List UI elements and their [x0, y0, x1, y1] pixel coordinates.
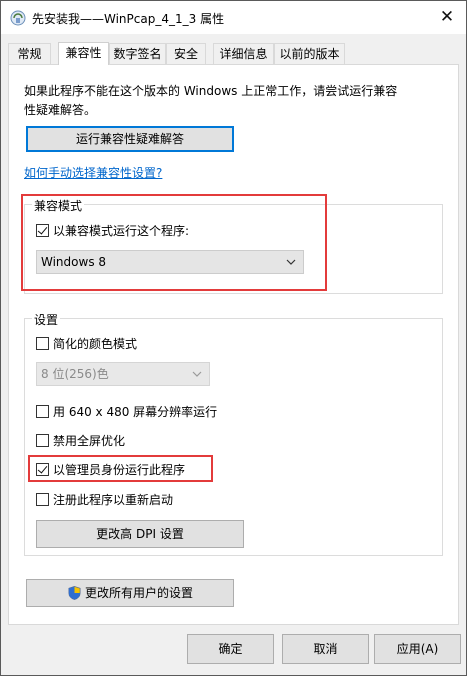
reduced-color-label: 简化的颜色模式 [53, 337, 138, 351]
res-640-checkbox[interactable] [36, 405, 49, 418]
compat-mode-checkbox[interactable] [36, 224, 49, 237]
change-dpi-button[interactable]: 更改高 DPI 设置 [36, 520, 244, 548]
compat-mode-legend: 兼容模式 [32, 197, 85, 214]
change-all-users-label: 更改所有用户的设置 [85, 586, 194, 600]
color-mode-value: 8 位(256)色 [41, 367, 109, 381]
run-as-admin-checkbox[interactable] [36, 463, 49, 476]
disable-fullscreen-label: 禁用全屏优化 [53, 434, 126, 448]
os-select-value: Windows 8 [41, 255, 107, 269]
disable-fullscreen-checkbox[interactable] [36, 434, 49, 447]
register-restart-checkbox[interactable] [36, 493, 49, 506]
apply-button[interactable]: 应用(A) [374, 634, 461, 664]
tab-digital-signatures[interactable]: 数字签名 [109, 43, 166, 64]
color-mode-select: 8 位(256)色 [36, 362, 210, 386]
manual-compat-link[interactable]: 如何手动选择兼容性设置? [24, 164, 162, 181]
run-troubleshooter-button[interactable]: 运行兼容性疑难解答 [26, 126, 234, 152]
run-as-admin-label: 以管理员身份运行此程序 [53, 463, 186, 477]
shield-icon [68, 586, 81, 600]
info-text: 如果此程序不能在这个版本的 Windows 上正常工作，请尝试运行兼容性疑难解答… [24, 84, 398, 117]
cancel-button[interactable]: 取消 [282, 634, 369, 664]
ok-button[interactable]: 确定 [187, 634, 274, 664]
register-restart-label: 注册此程序以重新启动 [53, 493, 174, 507]
compat-mode-label: 以兼容模式运行这个程序: [53, 224, 190, 238]
compatibility-panel: 如果此程序不能在这个版本的 Windows 上正常工作，请尝试运行兼容性疑难解答… [8, 64, 459, 625]
window-title: 先安装我——WinPcap_4_1_3 属性 [32, 12, 225, 26]
close-icon[interactable]: ✕ [434, 6, 460, 28]
tab-general[interactable]: 常规 [8, 43, 51, 64]
reduced-color-checkbox[interactable] [36, 337, 49, 350]
compat-mode-group: 兼容模式 [24, 197, 443, 294]
tab-details[interactable]: 详细信息 [213, 43, 274, 64]
res-640-label: 用 640 x 480 屏幕分辨率运行 [53, 405, 218, 419]
change-all-users-button[interactable]: 更改所有用户的设置 [26, 579, 234, 607]
installer-app-icon [10, 10, 26, 26]
properties-dialog: 先安装我——WinPcap_4_1_3 属性 ✕ 常规 兼容性 数字签名 安全 … [0, 0, 467, 676]
chevron-down-icon [192, 371, 202, 377]
tab-previous-versions[interactable]: 以前的版本 [274, 43, 345, 64]
tab-compatibility[interactable]: 兼容性 [58, 42, 109, 65]
settings-legend: 设置 [32, 311, 61, 328]
title-bar[interactable]: 先安装我——WinPcap_4_1_3 属性 ✕ [1, 1, 466, 34]
os-select[interactable]: Windows 8 [36, 250, 304, 274]
tab-security[interactable]: 安全 [166, 43, 206, 64]
chevron-down-icon [286, 259, 296, 265]
